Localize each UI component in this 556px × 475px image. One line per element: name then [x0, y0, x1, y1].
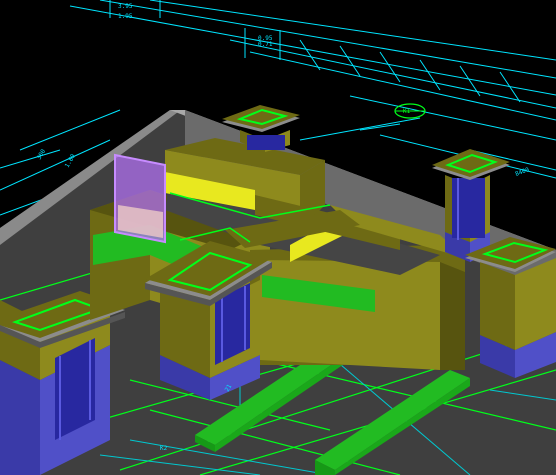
- dimension-label-6: 1.80: [64, 153, 77, 169]
- selected-panel[interactable]: [114, 153, 166, 244]
- dimension-label-1: 3.95: [118, 3, 133, 10]
- dimension-label-9: K1: [403, 108, 411, 115]
- cad-3d-viewport[interactable]: 3.95 1.95 0.95 8400 300 1.80 21 0.71 K1 …: [0, 0, 556, 475]
- model-canvas[interactable]: 3.95 1.95 0.95 8400 300 1.80 21 0.71 K1 …: [0, 0, 556, 475]
- dimension-label-10: K2: [160, 445, 168, 452]
- dimension-label-8: 0.71: [258, 41, 273, 48]
- dimension-label-2: 1.95: [118, 13, 133, 20]
